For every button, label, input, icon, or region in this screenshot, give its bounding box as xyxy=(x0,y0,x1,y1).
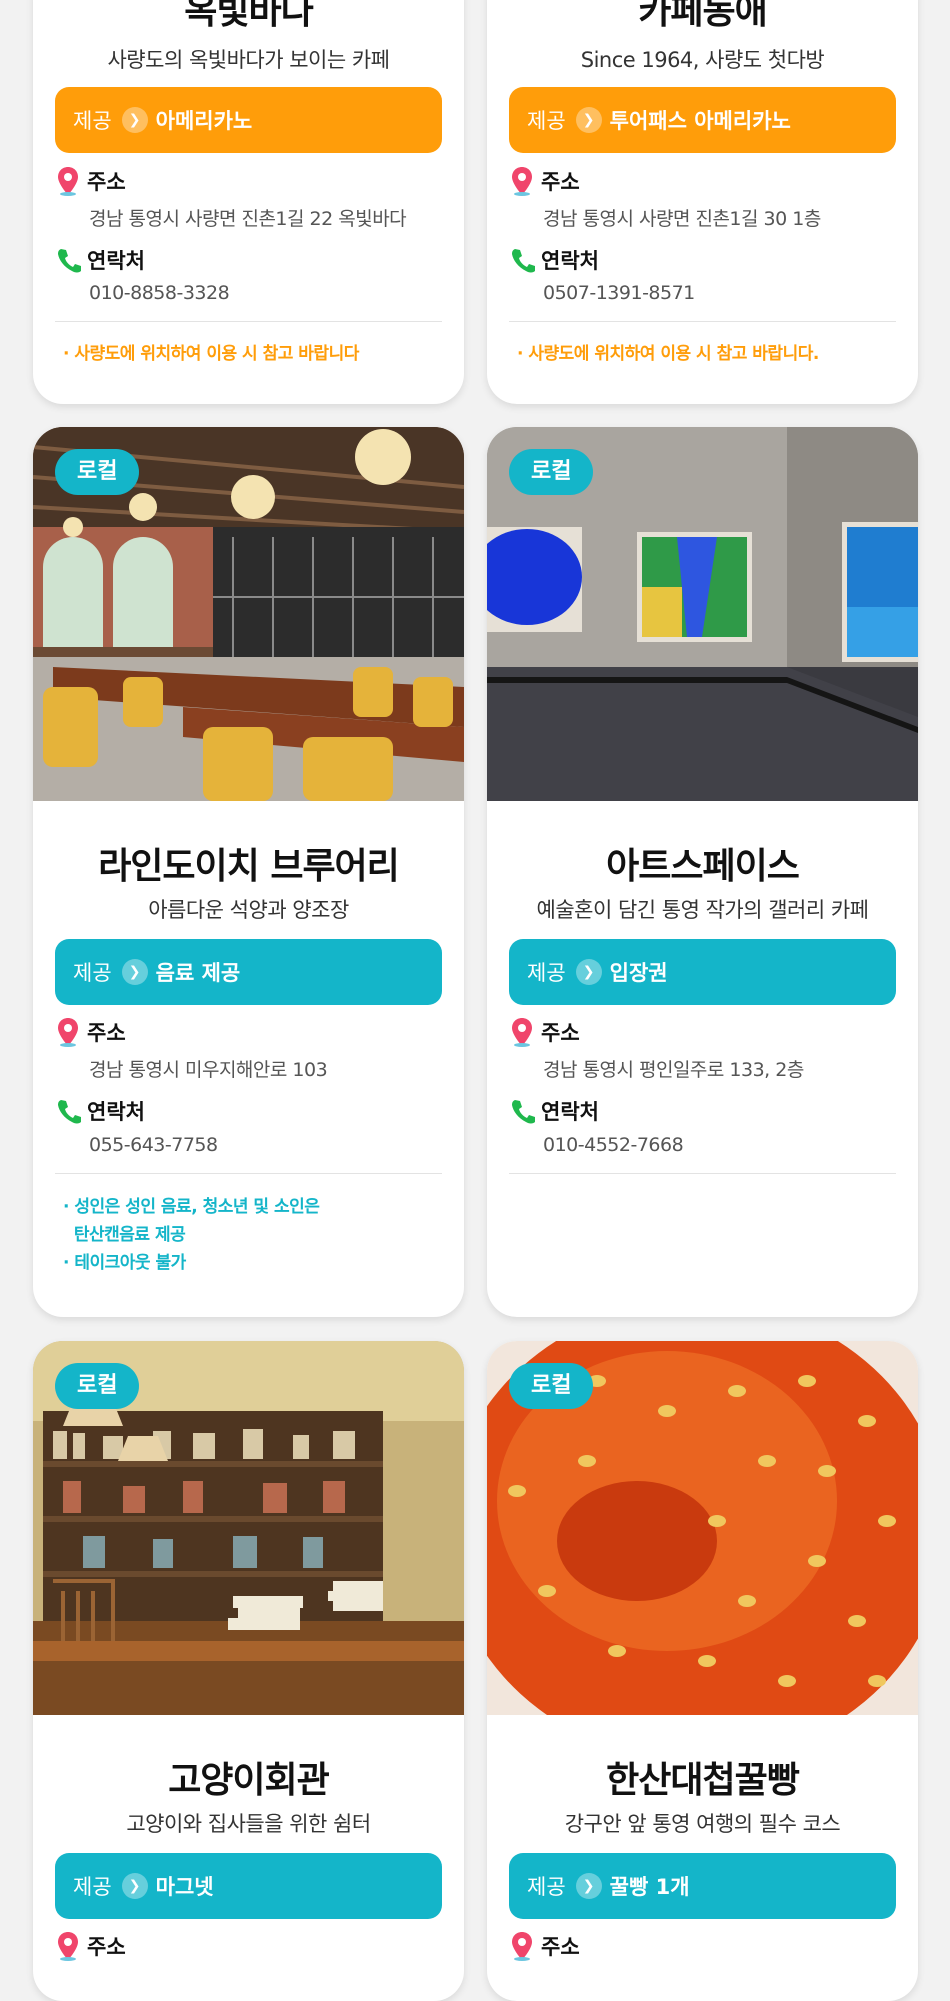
place-subtitle: 사량도의 옥빛바다가 보이는 카페 xyxy=(107,48,390,72)
place-card-cat-hall[interactable]: 로컬 고양이회관 고양이와 집사들을 위한 쉼터 제공 ❯ 마그넷 주소 xyxy=(33,1341,464,2001)
map-pin-icon xyxy=(512,1932,532,1961)
local-badge: 로컬 xyxy=(509,449,594,495)
address-label: 주소 xyxy=(509,166,580,196)
contact-label: 연락처 xyxy=(509,245,599,275)
place-subtitle: 강구안 앞 통영 여행의 필수 코스 xyxy=(564,1812,841,1836)
place-title: 아트스페이스 xyxy=(606,846,800,887)
contact-label: 연락처 xyxy=(55,245,145,275)
place-card-honey-bread[interactable]: 로컬 한산대첩꿀빵 강구안 앞 통영 여행의 필수 코스 제공 ❯ 꿀빵 1개 … xyxy=(487,1341,918,2001)
divider xyxy=(55,321,442,322)
place-title: 옥빛바다 xyxy=(184,0,313,32)
local-badge: 로컬 xyxy=(55,449,140,495)
note-line: · 사량도에 위치하여 이용 시 참고 바랍니다 xyxy=(63,344,359,364)
offer-value: 꿀빵 1개 xyxy=(609,1875,690,1899)
contact-label: 연락처 xyxy=(509,1096,599,1126)
offer-label: 제공 xyxy=(73,961,112,985)
note-line: · 테이크아웃 불가 xyxy=(63,1253,186,1273)
contact-value[interactable]: 055-643-7758 xyxy=(89,1134,218,1156)
place-title: 고양이회관 xyxy=(168,1760,330,1801)
offer-bar[interactable]: 제공 ❯ 마그넷 xyxy=(55,1853,442,1919)
phone-icon xyxy=(512,249,535,273)
place-subtitle: 예술혼이 담긴 통영 작가의 갤러리 카페 xyxy=(536,898,870,922)
offer-value: 음료 제공 xyxy=(155,961,241,985)
offer-label: 제공 xyxy=(73,109,112,133)
chevron-right-icon: ❯ xyxy=(121,107,148,133)
contact-value[interactable]: 0507-1391-8571 xyxy=(543,282,695,304)
offer-label: 제공 xyxy=(527,1875,566,1899)
address-value: 경남 통영시 사량면 진촌1길 30 1층 xyxy=(543,208,821,230)
place-card-artspace[interactable]: 로컬 아트스페이스 예술혼이 담긴 통영 작가의 갤러리 카페 제공 ❯ 입장권… xyxy=(487,427,918,1317)
divider xyxy=(509,321,896,322)
phone-icon xyxy=(58,249,81,273)
place-subtitle: 아름다운 석양과 양조장 xyxy=(148,898,349,922)
place-card-okbitbada[interactable]: 옥빛바다 사량도의 옥빛바다가 보이는 카페 제공 ❯ 아메리카노 주소 경남 … xyxy=(33,0,464,404)
place-title: 한산대첩꿀빵 xyxy=(606,1760,800,1801)
offer-label: 제공 xyxy=(527,961,566,985)
map-pin-icon xyxy=(512,1018,532,1047)
map-pin-icon xyxy=(58,1018,78,1047)
address-label: 주소 xyxy=(55,166,126,196)
offer-label: 제공 xyxy=(73,1875,112,1899)
contact-value[interactable]: 010-8858-3328 xyxy=(89,282,230,304)
offer-bar[interactable]: 제공 ❯ 아메리카노 xyxy=(55,87,442,153)
place-subtitle: 고양이와 집사들을 위한 쉼터 xyxy=(126,1812,371,1836)
address-label: 주소 xyxy=(509,1017,580,1047)
address-label: 주소 xyxy=(55,1931,126,1961)
chevron-right-icon: ❯ xyxy=(575,107,602,133)
offer-bar[interactable]: 제공 ❯ 투어패스 아메리카노 xyxy=(509,87,896,153)
address-label: 주소 xyxy=(55,1017,126,1047)
place-card-cafe-dongae[interactable]: 카페동애 Since 1964, 사량도 첫다방 제공 ❯ 투어패스 아메리카노… xyxy=(487,0,918,404)
note-line: · 성인은 성인 음료, 청소년 및 소인은 xyxy=(63,1197,320,1217)
contact-value[interactable]: 010-4552-7668 xyxy=(543,1134,684,1156)
address-value: 경남 통영시 사량면 진촌1길 22 옥빛바다 xyxy=(89,208,407,230)
chevron-right-icon: ❯ xyxy=(121,1873,148,1899)
contact-label: 연락처 xyxy=(55,1096,145,1126)
chevron-right-icon: ❯ xyxy=(575,1873,602,1899)
local-badge: 로컬 xyxy=(55,1363,140,1409)
map-pin-icon xyxy=(58,167,78,196)
place-title: 카페동애 xyxy=(638,0,767,32)
phone-icon xyxy=(512,1100,535,1124)
address-value: 경남 통영시 평인일주로 133, 2층 xyxy=(543,1059,804,1081)
place-title: 라인도이치 브루어리 xyxy=(98,846,400,887)
phone-icon xyxy=(58,1100,81,1124)
offer-value: 투어패스 아메리카노 xyxy=(609,109,791,133)
divider xyxy=(55,1173,442,1174)
map-pin-icon xyxy=(512,167,532,196)
chevron-right-icon: ❯ xyxy=(121,959,148,985)
chevron-right-icon: ❯ xyxy=(575,959,602,985)
offer-value: 아메리카노 xyxy=(155,109,253,133)
note-line: · 사량도에 위치하여 이용 시 참고 바랍니다. xyxy=(517,344,819,364)
place-card-brewery[interactable]: 로컬 라인도이치 브루어리 아름다운 석양과 양조장 제공 ❯ 음료 제공 주소… xyxy=(33,427,464,1317)
offer-bar[interactable]: 제공 ❯ 입장권 xyxy=(509,939,896,1005)
offer-value: 입장권 xyxy=(609,961,668,985)
map-pin-icon xyxy=(58,1932,78,1961)
divider xyxy=(509,1173,896,1174)
offer-value: 마그넷 xyxy=(155,1875,214,1899)
local-badge: 로컬 xyxy=(509,1363,594,1409)
place-subtitle: Since 1964, 사량도 첫다방 xyxy=(580,48,825,72)
offer-label: 제공 xyxy=(527,109,566,133)
note-line: 탄산캔음료 제공 xyxy=(63,1225,186,1245)
offer-bar[interactable]: 제공 ❯ 음료 제공 xyxy=(55,939,442,1005)
address-value: 경남 통영시 미우지해안로 103 xyxy=(89,1059,328,1081)
address-label: 주소 xyxy=(509,1931,580,1961)
offer-bar[interactable]: 제공 ❯ 꿀빵 1개 xyxy=(509,1853,896,1919)
